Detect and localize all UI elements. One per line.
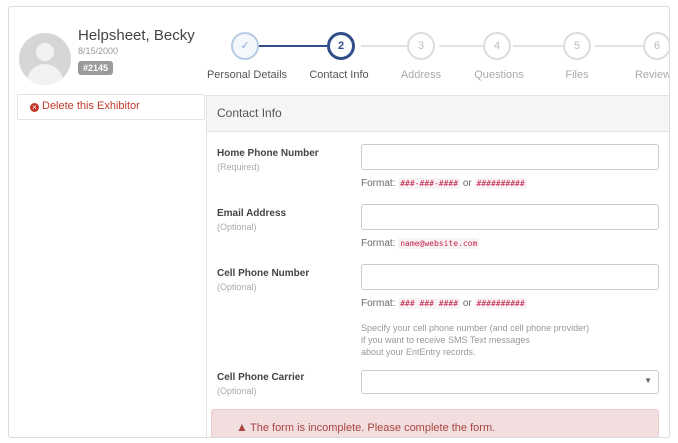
carrier-optional: (Optional) [217, 386, 257, 396]
profile-id-badge: #2145 [78, 61, 114, 75]
step-6-circle[interactable]: 6 [643, 32, 669, 60]
contact-info-panel: Contact Info Home Phone Number (Required… [207, 95, 669, 437]
step-2-circle[interactable]: 2 [327, 32, 355, 60]
step-connector [439, 45, 487, 47]
home-phone-required: (Required) [217, 162, 260, 172]
profile-card: Helpsheet, Becky 8/15/2000 #2145 [19, 23, 199, 93]
progress-stepper: ✓ 2 3 4 5 6 Personal Details Contact Inf… [207, 29, 669, 89]
carrier-select[interactable]: ▼ [361, 370, 659, 394]
cell-phone-format: Format: ### ### #### or ########## [361, 298, 527, 309]
check-icon: ✓ [240, 40, 250, 52]
remove-icon: × [30, 103, 39, 112]
step-1-label[interactable]: Personal Details [207, 69, 287, 81]
home-phone-input[interactable] [361, 144, 659, 170]
cell-phone-label: Cell Phone Number [217, 268, 310, 279]
profile-date: 8/15/2000 [78, 46, 119, 56]
delete-exhibitor-label: Delete this Exhibitor [42, 100, 140, 112]
avatar [19, 33, 71, 85]
chevron-down-icon: ▼ [644, 376, 652, 385]
step-5-label[interactable]: Files [565, 69, 588, 81]
app-frame: Helpsheet, Becky 8/15/2000 #2145 × Delet… [8, 6, 670, 438]
form-incomplete-alert: ▲ The form is incomplete. Please complet… [211, 409, 659, 437]
cell-phone-input[interactable] [361, 264, 659, 290]
step-connector [595, 45, 643, 47]
home-phone-label: Home Phone Number [217, 148, 319, 159]
warning-icon: ▲ [236, 420, 248, 434]
carrier-label: Cell Phone Carrier [217, 372, 305, 383]
panel-title: Contact Info [207, 96, 669, 132]
step-3-circle[interactable]: 3 [407, 32, 435, 60]
email-label: Email Address [217, 208, 287, 219]
email-optional: (Optional) [217, 222, 257, 232]
step-4-circle[interactable]: 4 [483, 32, 511, 60]
delete-exhibitor-link[interactable]: × Delete this Exhibitor [17, 94, 205, 120]
home-phone-format: Format: ###-###-#### or ########## [361, 178, 527, 189]
step-3-label[interactable]: Address [401, 69, 441, 81]
profile-name: Helpsheet, Becky [78, 27, 195, 44]
step-1-circle[interactable]: ✓ [231, 32, 259, 60]
cell-phone-optional: (Optional) [217, 282, 257, 292]
email-format: Format: name@website.com [361, 238, 480, 249]
step-6-label[interactable]: Review [635, 69, 669, 81]
step-5-circle[interactable]: 5 [563, 32, 591, 60]
step-4-label[interactable]: Questions [474, 69, 524, 81]
step-connector [257, 45, 331, 47]
email-input[interactable] [361, 204, 659, 230]
alert-message: The form is incomplete. Please complete … [250, 422, 496, 434]
cell-phone-help: Specify your cell phone number (and cell… [361, 323, 590, 357]
step-2-label[interactable]: Contact Info [309, 69, 368, 81]
